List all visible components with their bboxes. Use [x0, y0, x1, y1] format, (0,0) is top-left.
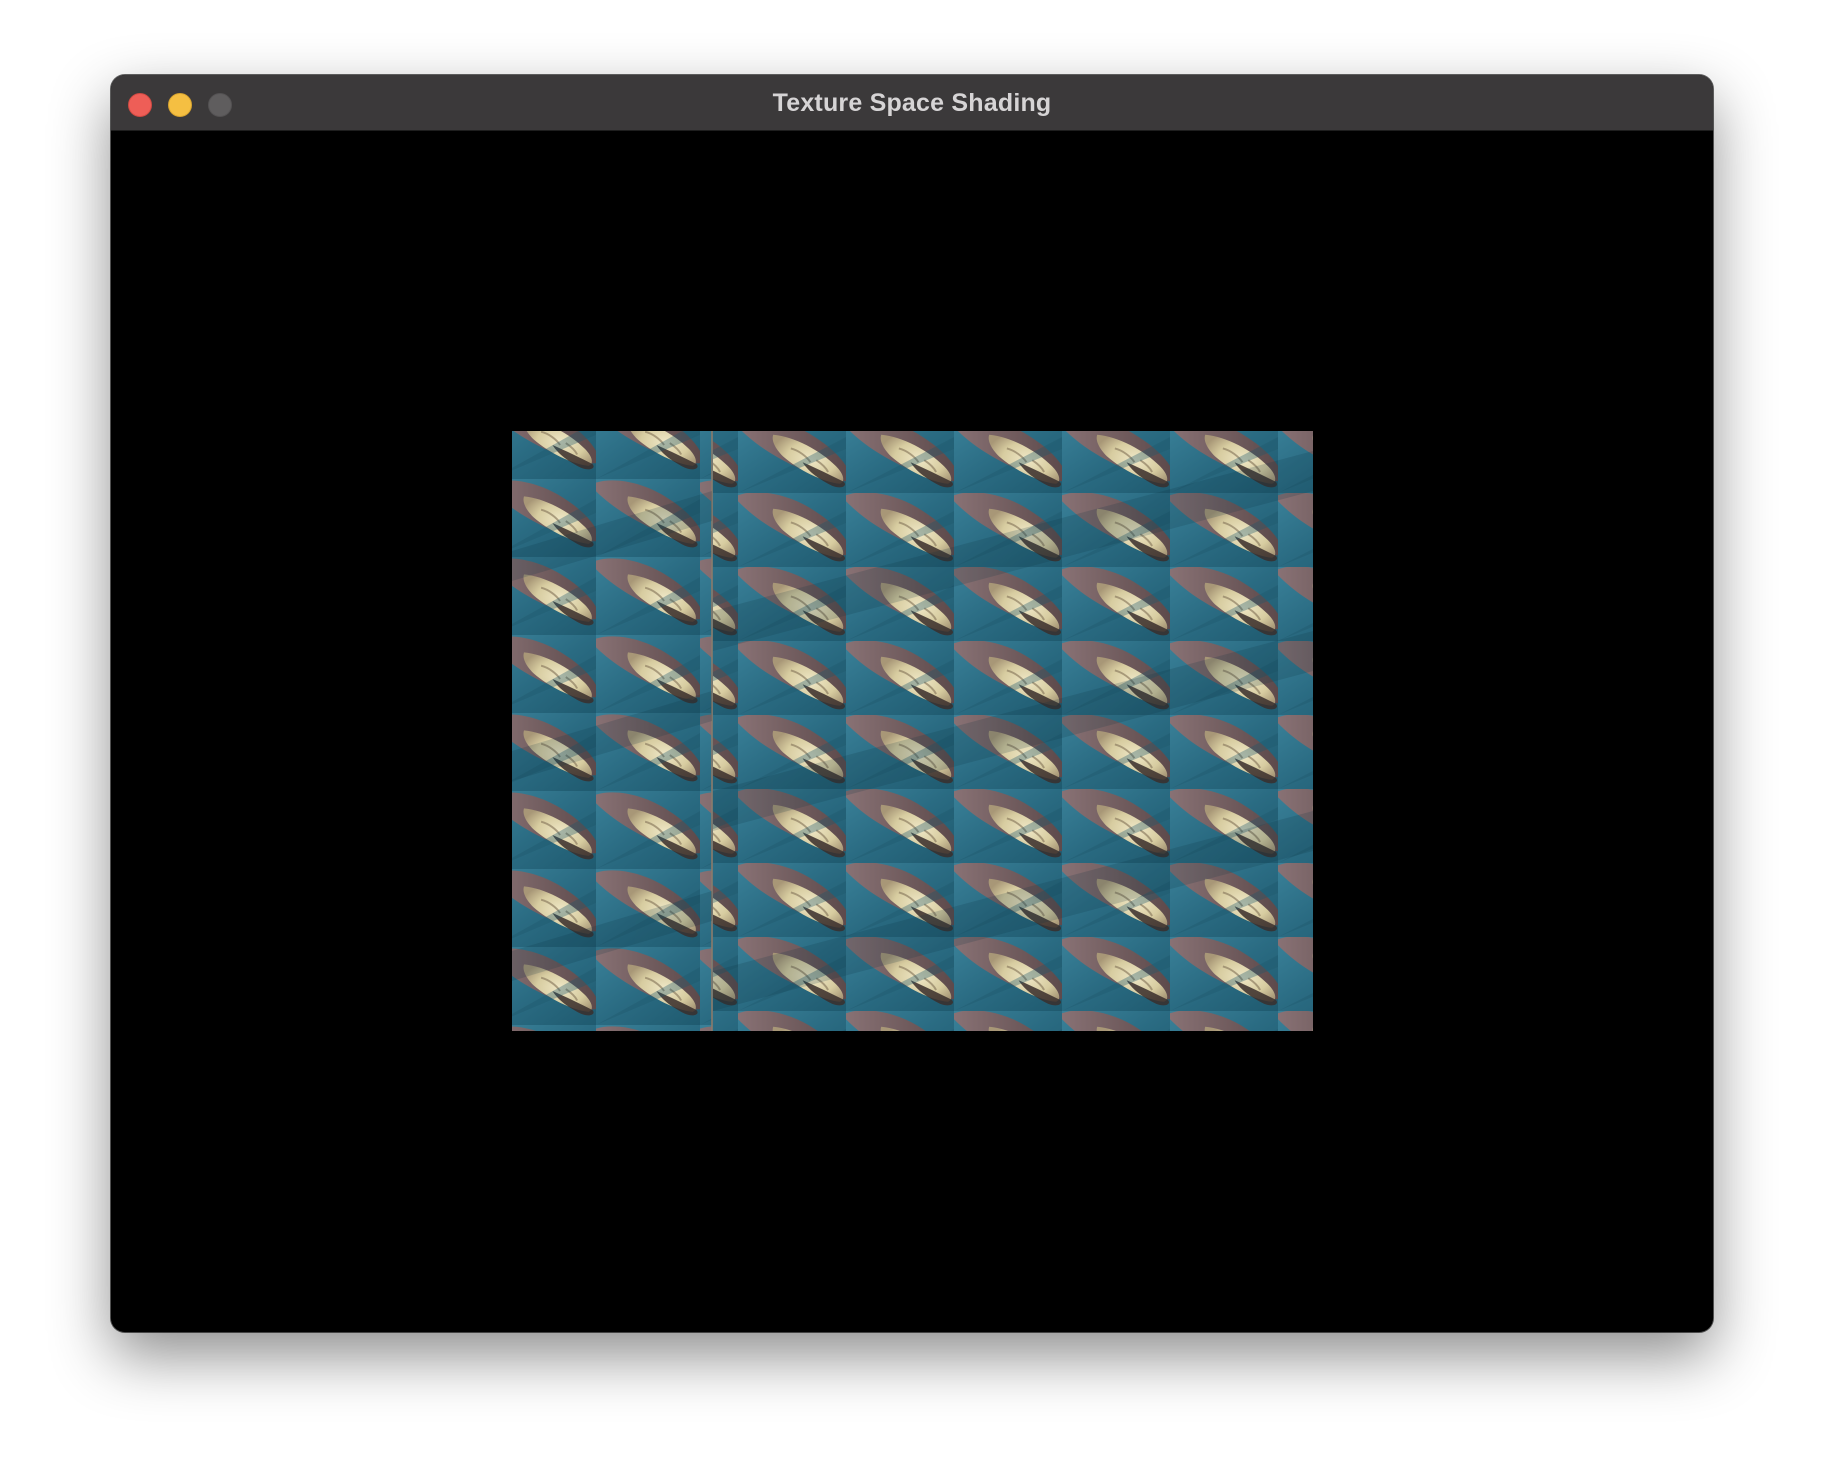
- app-window: Texture Space Shading: [111, 75, 1713, 1332]
- shaded-texture-image: [512, 431, 1313, 1031]
- window-title: Texture Space Shading: [772, 89, 1052, 117]
- render-viewport[interactable]: [111, 131, 1713, 1332]
- title-bar[interactable]: Texture Space Shading: [111, 75, 1713, 131]
- texture-render-quad: [512, 431, 1313, 1031]
